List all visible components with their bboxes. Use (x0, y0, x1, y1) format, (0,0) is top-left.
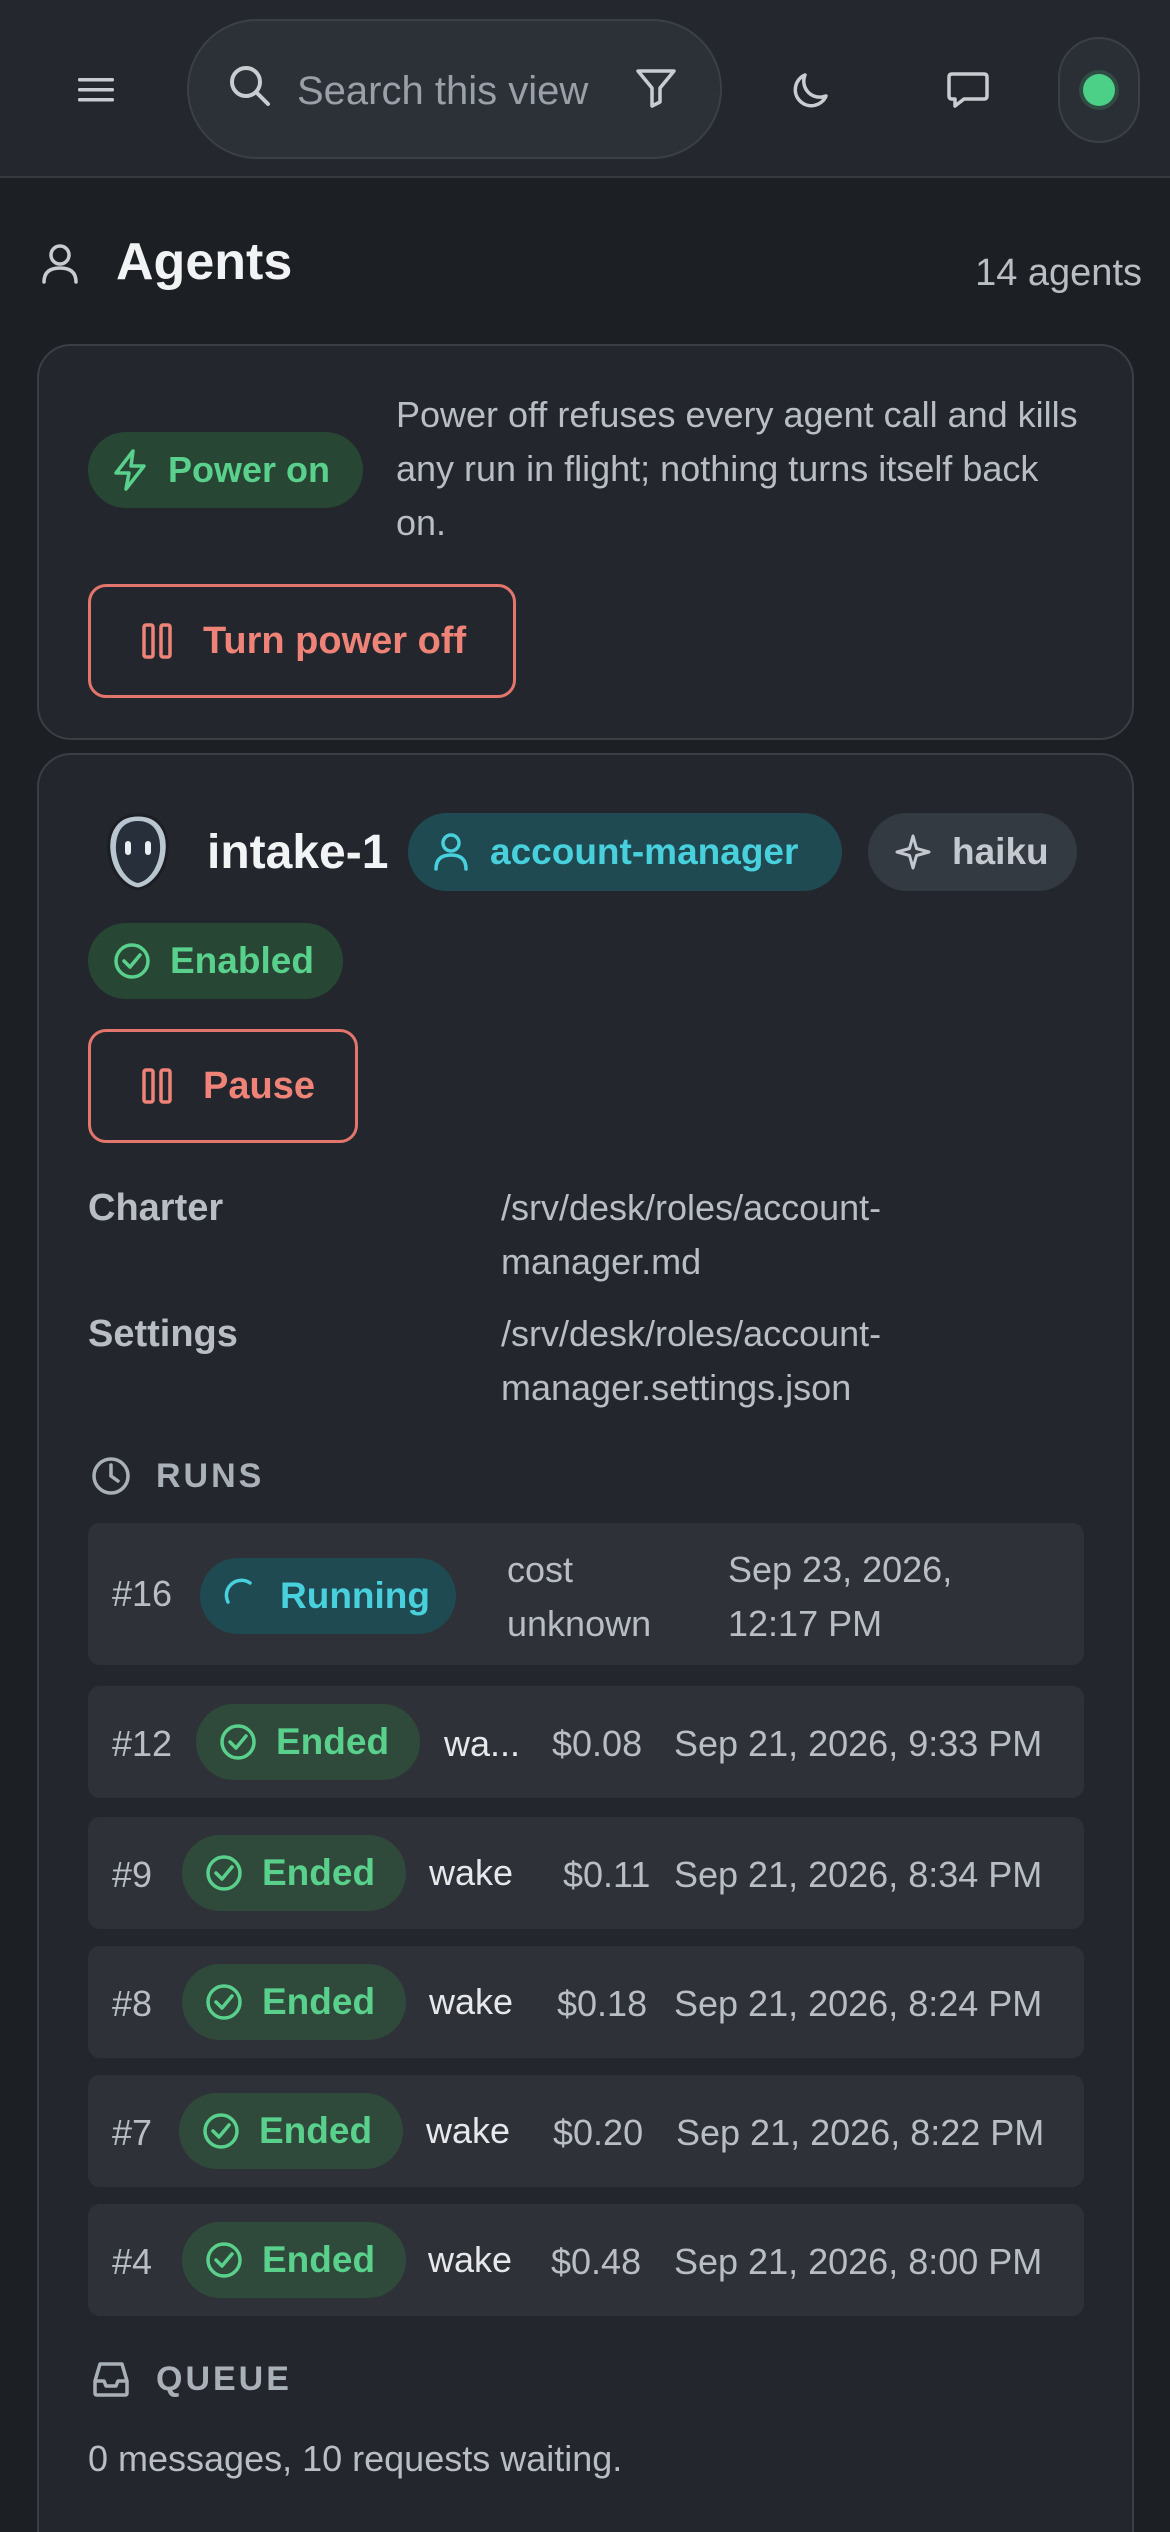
run-time: Sep 23, 2026, 12:17 PM (728, 1549, 953, 1644)
pause-agent-button[interactable]: Pause (88, 1029, 358, 1143)
agent-avatar-icon (107, 813, 169, 891)
agent-enabled-badge: Enabled (88, 923, 343, 999)
run-row[interactable]: #4 Ended wake $0.48 Sep 21, 2026, 8:00 P… (88, 2204, 1084, 2316)
run-time: Sep 21, 2026, 9:33 PM (674, 1723, 1043, 1764)
run-cost: $0.08 (552, 1723, 643, 1764)
run-number: #8 (112, 1983, 153, 2024)
runs-heading: RUNS (156, 1456, 265, 1495)
run-row[interactable]: #9 Ended wake $0.11 Sep 21, 2026, 8:34 P… (88, 1817, 1084, 1929)
spinner-icon (224, 1578, 252, 1604)
run-number: #9 (112, 1854, 153, 1895)
settings-path[interactable]: /srv/desk/roles/account-manager.settings… (501, 1307, 1061, 1415)
run-time: Sep 21, 2026, 8:24 PM (674, 1983, 1043, 2024)
check-circle-icon (206, 1984, 242, 2020)
check-circle-icon (220, 1724, 256, 1760)
chat-icon (947, 72, 989, 108)
run-status-label: Ended (262, 1852, 376, 1893)
agent-name: intake-1 (207, 826, 389, 879)
runs-section-header: RUNS (90, 1455, 264, 1497)
run-cost: $0.20 (553, 2112, 644, 2153)
run-trigger: wake (429, 1852, 514, 1893)
run-status-label: Ended (262, 2239, 376, 2280)
run-status-label: Ended (276, 1721, 390, 1762)
page-title: Agents (116, 233, 293, 291)
check-circle-icon (203, 2113, 239, 2149)
queue-section-header: QUEUE (90, 2359, 292, 2399)
run-number: #4 (112, 2241, 153, 2282)
filter-icon[interactable] (634, 65, 678, 109)
run-status-badge: Running (200, 1558, 456, 1634)
check-circle-icon (206, 2242, 242, 2278)
person-icon (42, 244, 78, 284)
menu-icon (78, 78, 114, 102)
charter-path[interactable]: /srv/desk/roles/account-manager.md (501, 1181, 1061, 1289)
run-trigger: wa... (444, 1723, 521, 1764)
run-status-badge: Ended (179, 2093, 403, 2169)
turn-power-off-button[interactable]: Turn power off (88, 584, 516, 698)
agent-card: intake-1 account-manager haiku Enabled P… (37, 753, 1134, 2532)
lightning-icon (114, 449, 146, 491)
agent-role-badge[interactable]: account-manager (408, 813, 842, 891)
menu-button[interactable] (60, 62, 132, 118)
chat-button[interactable] (938, 62, 998, 118)
check-circle-icon (206, 1855, 242, 1891)
check-circle-icon (114, 943, 150, 979)
run-time: Sep 21, 2026, 8:22 PM (676, 2112, 1045, 2153)
agent-role-label: account-manager (490, 831, 799, 872)
pause-label: Pause (203, 1064, 315, 1107)
run-cost: $0.18 (557, 1983, 648, 2024)
charter-label: Charter (88, 1187, 224, 1229)
run-number: #12 (112, 1723, 173, 1764)
run-row[interactable]: #7 Ended wake $0.20 Sep 21, 2026, 8:22 P… (88, 2075, 1084, 2187)
agent-model-badge: haiku (868, 813, 1077, 891)
run-status-badge: Ended (182, 2222, 406, 2298)
power-card: Power on Power off refuses every agent c… (37, 344, 1134, 740)
run-cost: $0.48 (551, 2241, 642, 2282)
status-dot (1083, 74, 1115, 106)
run-trigger: wake (426, 2110, 511, 2151)
run-status-badge: Ended (182, 1835, 406, 1911)
search-box (187, 19, 737, 159)
person-icon (434, 833, 468, 871)
run-status-badge: Ended (182, 1964, 406, 2040)
sparkle-icon (895, 834, 931, 870)
run-time: Sep 21, 2026, 8:00 PM (674, 2241, 1043, 2282)
queue-heading: QUEUE (156, 2359, 292, 2398)
run-row[interactable]: #16 Running cost unknown Sep 23, 2026, 1… (88, 1523, 1084, 1665)
run-number: #7 (112, 2112, 153, 2153)
run-status-label: Running (280, 1575, 431, 1616)
settings-label: Settings (88, 1313, 238, 1355)
run-trigger: wake (429, 1981, 514, 2022)
agent-model-label: haiku (952, 831, 1049, 872)
run-row[interactable]: #8 Ended wake $0.18 Sep 21, 2026, 8:24 P… (88, 1946, 1084, 2058)
page-header: Agents 14 agents (38, 228, 1142, 308)
top-bar (0, 0, 1170, 178)
search-icon (230, 66, 270, 106)
run-cost: cost unknown (507, 1549, 652, 1644)
run-status-label: Ended (259, 2110, 373, 2151)
run-trigger: wake (428, 2239, 513, 2280)
pause-icon (142, 623, 172, 659)
run-status-label: Ended (262, 1981, 376, 2022)
turn-power-off-label: Turn power off (203, 619, 467, 662)
power-status-label: Power on (168, 449, 331, 490)
moon-icon (793, 73, 828, 108)
run-row[interactable]: #12 Ended wa... $0.08 Sep 21, 2026, 9:33… (88, 1686, 1084, 1798)
power-description: Power off refuses every agent call and k… (396, 394, 1078, 543)
run-status-badge: Ended (196, 1704, 420, 1780)
agent-enabled-label: Enabled (170, 940, 314, 981)
pause-icon (142, 1068, 172, 1104)
agent-count: 14 agents (975, 252, 1142, 294)
run-number: #16 (112, 1573, 173, 1614)
power-status-badge: Power on (88, 432, 363, 508)
run-cost: $0.11 (563, 1854, 651, 1895)
run-time: Sep 21, 2026, 8:34 PM (674, 1854, 1043, 1895)
connection-status[interactable] (1058, 37, 1140, 143)
theme-toggle-button[interactable] (781, 62, 841, 118)
inbox-icon (93, 2362, 129, 2397)
clock-icon (92, 1457, 130, 1495)
queue-summary: 0 messages, 10 requests waiting. (88, 2438, 623, 2479)
